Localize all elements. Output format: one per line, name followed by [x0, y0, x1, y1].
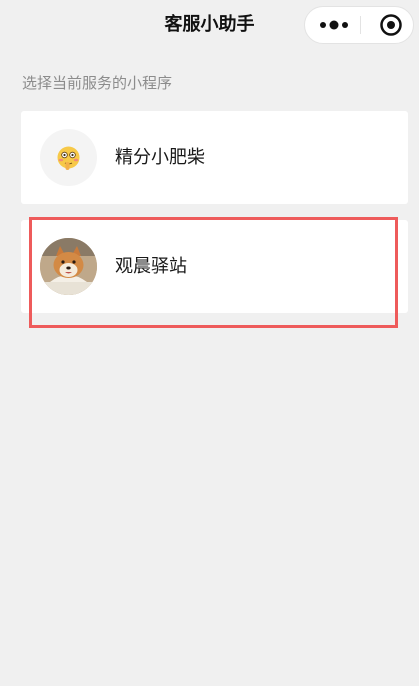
more-menu-button[interactable] — [305, 7, 359, 43]
miniprogram-name: 观晨驿站 — [115, 256, 187, 277]
close-button[interactable] — [361, 7, 413, 43]
list-item[interactable]: 精分小肥柴 — [21, 111, 408, 204]
section-label: 选择当前服务的小程序 — [22, 74, 173, 92]
flushed-face-emoji-icon — [57, 146, 80, 170]
avatar — [40, 238, 97, 295]
list-item[interactable]: 观晨驿站 — [21, 220, 408, 313]
avatar — [40, 129, 97, 186]
target-close-icon — [380, 14, 402, 36]
more-dots-icon — [320, 20, 348, 30]
nav-bar: 客服小助手 — [0, 0, 419, 52]
miniprogram-capsule — [304, 6, 414, 44]
shiba-dog-photo — [40, 238, 97, 295]
miniprogram-name: 精分小肥柴 — [115, 147, 205, 168]
